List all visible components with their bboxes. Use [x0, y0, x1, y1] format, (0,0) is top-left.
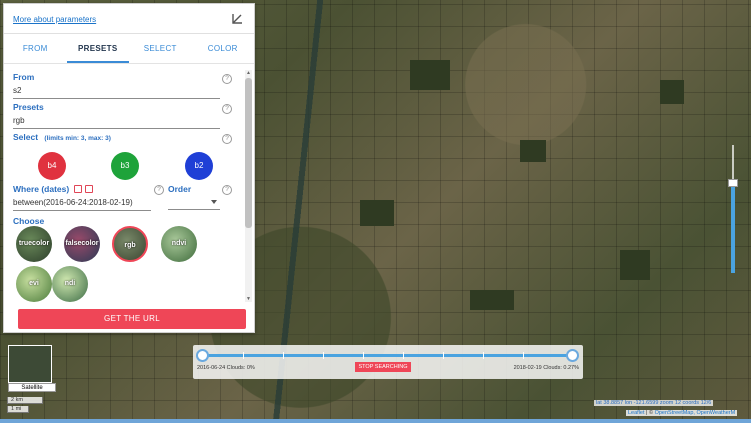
zoom-fill	[731, 185, 735, 273]
timeline-tick	[283, 352, 284, 359]
from-help-icon[interactable]: ?	[222, 74, 232, 84]
osm-link[interactable]: OpenStreetMap, OpenWeatherM	[655, 410, 736, 416]
where-label: Where (dates)	[13, 184, 70, 194]
preset-ndi[interactable]: ndi	[52, 266, 88, 302]
get-url-button[interactable]: GET THE URL	[18, 309, 246, 329]
field-patch	[660, 80, 684, 104]
collapse-arrow-icon[interactable]	[230, 12, 244, 26]
presets-label: Presets	[13, 102, 44, 112]
timeline-track[interactable]	[202, 354, 574, 357]
scale-mi: 1 mi	[7, 406, 29, 413]
date-timeline: 2016-06-24 Clouds: 0% STOP SEARCHING 201…	[193, 345, 583, 379]
calendar-end-icon[interactable]	[85, 185, 93, 193]
preset-rgb[interactable]: rgb	[112, 226, 148, 262]
stop-searching-button[interactable]: STOP SEARCHING	[355, 362, 411, 372]
scroll-up-icon[interactable]: ▲	[245, 70, 252, 76]
timeline-tick	[323, 352, 324, 359]
more-about-parameters-link[interactable]: More about parameters	[13, 15, 96, 24]
where-input[interactable]: between(2016-06-24:2018-02-19)	[13, 198, 151, 211]
chevron-down-icon	[211, 200, 217, 204]
order-label: Order	[168, 184, 192, 194]
tab-presets[interactable]: PRESETS	[66, 34, 129, 63]
calendar-start-icon[interactable]	[74, 185, 82, 193]
preset-falsecolor[interactable]: falsecolor	[64, 226, 100, 262]
select-limits: (limits min: 3, max: 3)	[44, 135, 111, 142]
order-select[interactable]	[168, 196, 220, 210]
timeline-end-label: 2018-02-19 Clouds: 0.27%	[513, 365, 579, 371]
choose-label: Choose	[13, 216, 45, 226]
presets-help-icon[interactable]: ?	[222, 104, 232, 114]
presets-form: From ? s2 Presets ? rgb Select (limits m…	[4, 66, 256, 304]
field-patch	[620, 250, 650, 280]
select-label: Select (limits min: 3, max: 3)	[13, 132, 111, 142]
select-label-text: Select	[13, 132, 39, 142]
timeline-tick	[243, 352, 244, 359]
minimap-thumbnail[interactable]	[8, 345, 52, 383]
control-panel: More about parameters FROM PRESETS SELEC…	[3, 3, 255, 333]
from-label: From	[13, 72, 35, 82]
order-help-icon[interactable]: ?	[222, 185, 232, 195]
leaflet-link[interactable]: Leaflet	[628, 410, 645, 416]
timeline-tick	[363, 352, 364, 359]
panel-header: More about parameters	[4, 4, 254, 34]
presets-input[interactable]: rgb	[13, 116, 220, 129]
field-patch	[410, 60, 450, 90]
tab-select[interactable]: SELECT	[129, 34, 192, 63]
scrollbar-thumb[interactable]	[245, 78, 252, 228]
zoom-slider[interactable]	[728, 145, 738, 273]
scale-km: 2 km	[7, 397, 43, 404]
map-attribution: Leaflet | © OpenStreetMap, OpenWeatherM	[626, 410, 738, 416]
timeline-tick	[523, 352, 524, 359]
preset-evi[interactable]: evi	[16, 266, 52, 302]
from-input[interactable]: s2	[13, 86, 220, 99]
panel-scrollbar[interactable]: ▲ ▼	[245, 70, 252, 302]
band-b4-button[interactable]: b4	[38, 152, 66, 180]
coordinates-readout: lat 38.8857 lon -121.6599 zoom 12 coords…	[594, 400, 714, 406]
preset-ndvi[interactable]: ndvi	[161, 226, 197, 262]
field-patch	[360, 200, 394, 226]
scroll-down-icon[interactable]: ▼	[245, 296, 252, 302]
timeline-start-handle[interactable]	[196, 349, 209, 362]
timeline-tick	[483, 352, 484, 359]
field-patch	[520, 140, 546, 162]
timeline-tick	[403, 352, 404, 359]
zoom-knob[interactable]	[728, 179, 738, 187]
band-b3-button[interactable]: b3	[111, 152, 139, 180]
field-patch	[470, 290, 514, 310]
panel-tabs: FROM PRESETS SELECT COLOR	[4, 34, 254, 64]
where-help-icon[interactable]: ?	[154, 185, 164, 195]
timeline-start-label: 2016-06-24 Clouds: 0%	[197, 365, 255, 371]
tab-from[interactable]: FROM	[4, 34, 67, 63]
timeline-tick	[443, 352, 444, 359]
band-b2-button[interactable]: b2	[185, 152, 213, 180]
preset-truecolor[interactable]: truecolor	[16, 226, 52, 262]
tab-color[interactable]: COLOR	[192, 34, 255, 63]
timeline-end-handle[interactable]	[566, 349, 579, 362]
attribution-separator: | ©	[644, 410, 655, 416]
bottom-bar	[0, 419, 751, 423]
satellite-layer-button[interactable]: Satellite	[8, 383, 56, 392]
select-help-icon[interactable]: ?	[222, 134, 232, 144]
